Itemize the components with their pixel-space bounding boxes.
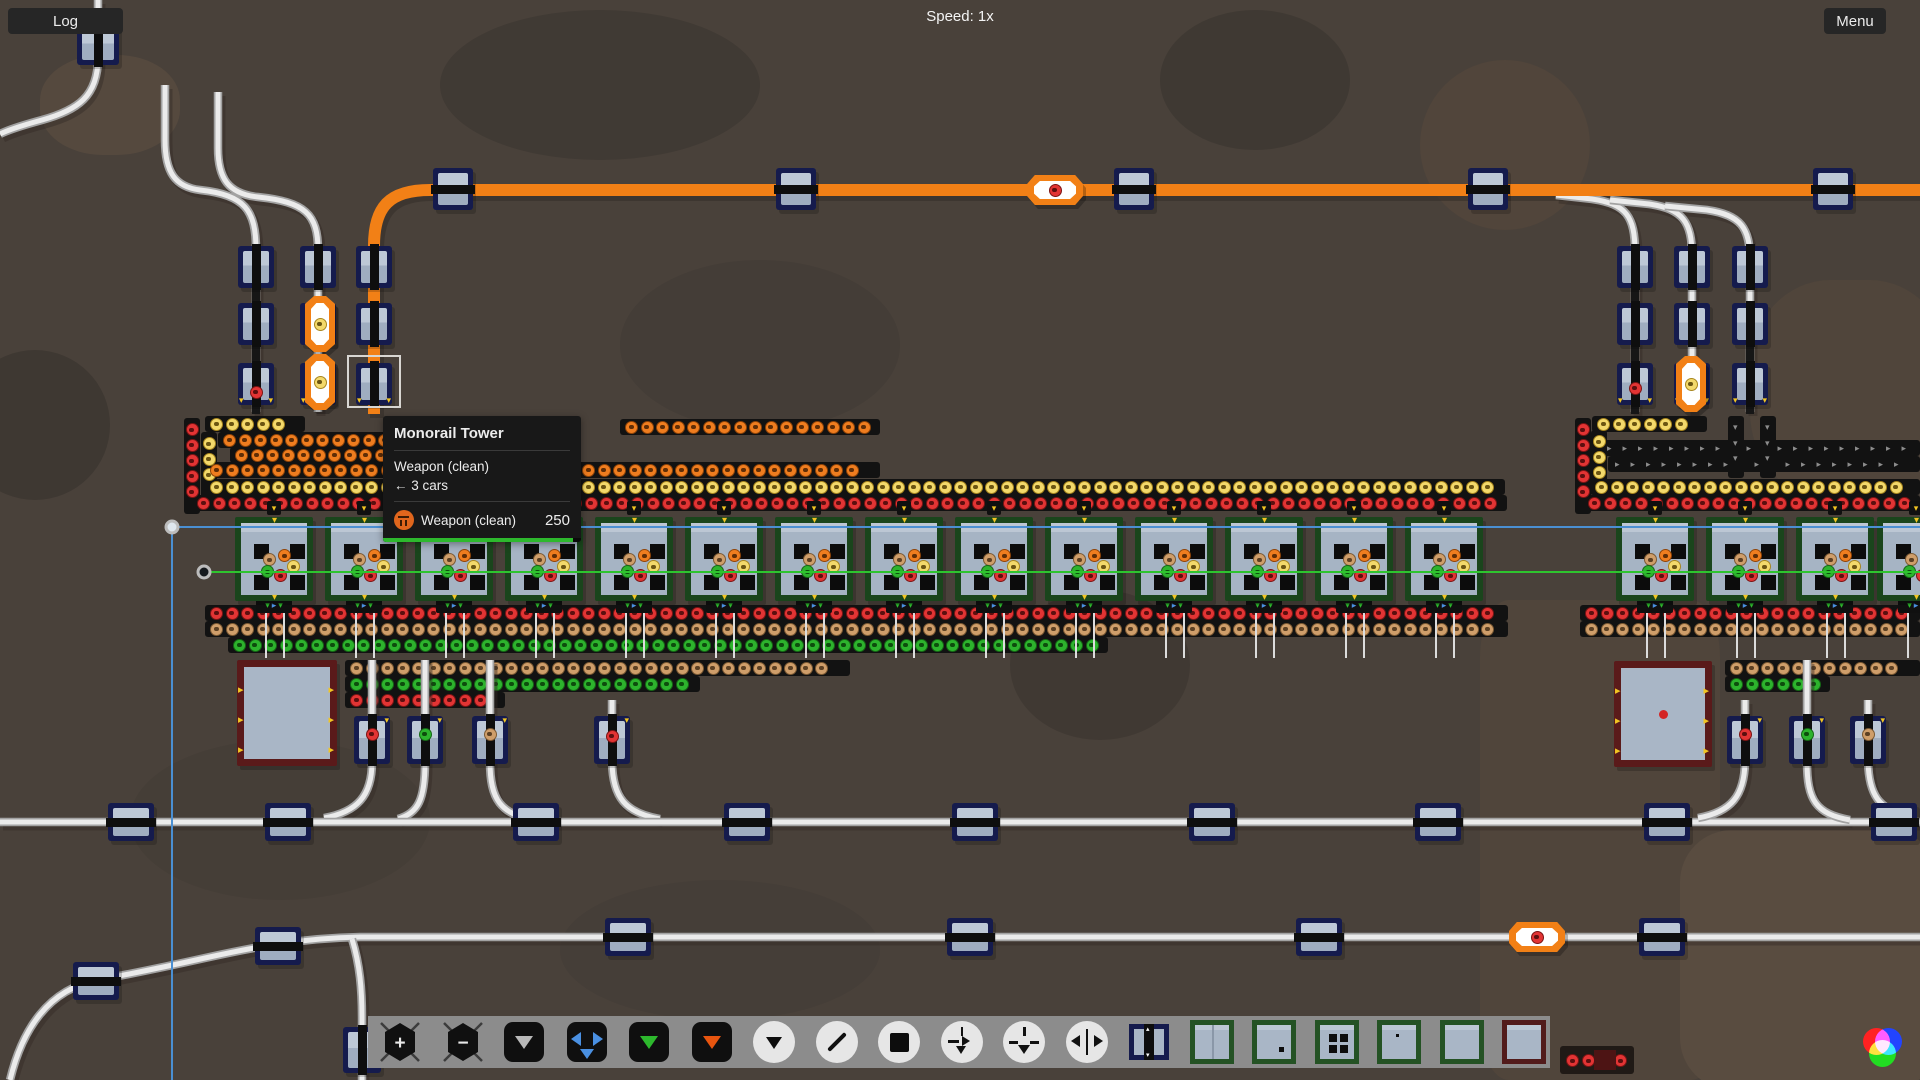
tool-route-down[interactable]	[1002, 1021, 1046, 1063]
tool-building-splitter[interactable]	[1190, 1021, 1234, 1063]
divider	[1212, 1025, 1214, 1059]
building-tool-icon	[1502, 1020, 1546, 1064]
tooltip: Monorail Tower Weapon (clean) ← 3 cars W…	[383, 416, 581, 542]
building-tool-icon	[1252, 1020, 1296, 1064]
grid-square	[1329, 1045, 1337, 1053]
grid-square	[1340, 1034, 1348, 1042]
tool-building-depot[interactable]	[1502, 1021, 1546, 1063]
vertical-bar	[1086, 1029, 1089, 1055]
tool-signal-stop[interactable]	[877, 1021, 921, 1063]
speed-indicator: Speed: 1x	[0, 8, 1920, 25]
dash	[1009, 1041, 1018, 1044]
right-arrow-icon	[1094, 1035, 1103, 1047]
tool-building-factory[interactable]	[1315, 1021, 1359, 1063]
building-tool-icon	[1440, 1020, 1484, 1064]
down-arrow-icon	[1018, 1045, 1030, 1054]
dash	[948, 1040, 959, 1043]
left-arrow-icon	[1071, 1035, 1080, 1047]
tool-signal-slash[interactable]	[815, 1021, 859, 1063]
tool-drop-green[interactable]	[627, 1021, 671, 1063]
grid-square	[1340, 1045, 1348, 1053]
tool-circle	[1003, 1021, 1045, 1063]
tool-building-storage[interactable]	[1440, 1021, 1484, 1063]
tool-zoom-out[interactable]: −	[440, 1021, 484, 1063]
tooltip-title: Monorail Tower	[394, 425, 570, 442]
down-triangle-icon	[640, 1036, 658, 1049]
dash	[961, 1027, 964, 1036]
dot	[1396, 1034, 1399, 1037]
tool-square	[567, 1022, 607, 1062]
blue-route-handle[interactable]	[166, 521, 178, 533]
weapon-resource-icon	[394, 510, 414, 530]
tool-square	[504, 1022, 544, 1062]
tool-drop-orange[interactable]	[690, 1021, 734, 1063]
green-route-handle[interactable]	[198, 566, 210, 578]
down-triangle-icon	[766, 1037, 782, 1049]
red-item	[1566, 1054, 1579, 1067]
building-tool-icon	[1190, 1020, 1234, 1064]
tool-route-left-right[interactable]	[1065, 1021, 1109, 1063]
dot	[1279, 1047, 1284, 1052]
tool-route-split-blue[interactable]	[565, 1021, 609, 1063]
tool-drop-gray[interactable]	[502, 1021, 546, 1063]
route-line-blue[interactable]	[172, 527, 1920, 1080]
tooltip-progress-bar	[383, 538, 581, 542]
station-tool-icon: ▴▾	[1129, 1024, 1169, 1060]
tooltip-resource-label: Weapon (clean)	[421, 513, 516, 528]
route-line-layer	[0, 0, 1920, 1080]
green-circle	[1869, 1040, 1896, 1067]
svg-text:−: −	[457, 1033, 468, 1054]
tool-building-input[interactable]	[1377, 1021, 1421, 1063]
selection-box	[347, 355, 401, 408]
tool-circle	[753, 1021, 795, 1063]
slash-icon	[827, 1032, 847, 1052]
tooltip-resource-amount: 250	[545, 512, 570, 529]
tool-signal-down[interactable]	[752, 1021, 796, 1063]
tooltip-weapon-line: Weapon (clean)	[394, 459, 570, 474]
stop-square-icon	[890, 1033, 909, 1052]
build-toolbar: + − ▴▾	[368, 1016, 1550, 1068]
game-viewport[interactable]: ▸▸▸▸▸▸▸▸▸▸▸▸▸▸▸▸▸▸▸▸▸▸▸▸▸▸▸▸▸▸▸▸▸▸▸▸▸▸▸▾…	[0, 0, 1920, 1080]
tool-circle	[878, 1021, 920, 1063]
right-arrow-icon	[962, 1036, 970, 1046]
rgb-overlap-icon[interactable]	[1852, 1026, 1908, 1072]
grid-square	[1329, 1034, 1337, 1042]
tool-circle	[941, 1021, 983, 1063]
down-arrow-icon	[956, 1046, 966, 1054]
svg-text:+: +	[394, 1033, 405, 1054]
tooltip-cars-line: ← 3 cars	[394, 478, 570, 493]
tool-station[interactable]: ▴▾	[1127, 1021, 1171, 1063]
down-triangle-icon	[580, 1049, 594, 1059]
dash	[1030, 1041, 1039, 1044]
menu-button-label: Menu	[1836, 13, 1874, 30]
tool-route-right-down[interactable]	[940, 1021, 984, 1063]
left-triangle-icon	[571, 1032, 581, 1046]
dash	[1023, 1027, 1026, 1036]
right-triangle-icon	[593, 1032, 603, 1046]
edge-building	[1594, 1050, 1616, 1070]
down-triangle-icon	[703, 1036, 721, 1049]
tooltip-divider	[394, 450, 570, 451]
tool-zoom-in[interactable]: +	[377, 1021, 421, 1063]
down-triangle-icon	[515, 1036, 533, 1049]
menu-button[interactable]: Menu	[1824, 8, 1886, 34]
tool-square	[692, 1022, 732, 1062]
tooltip-divider-2	[394, 501, 570, 502]
tool-circle	[816, 1021, 858, 1063]
tool-circle	[1066, 1021, 1108, 1063]
tool-building-output[interactable]	[1252, 1021, 1296, 1063]
building-tool-icon	[1377, 1020, 1421, 1064]
tool-square	[629, 1022, 669, 1062]
building-tool-icon	[1315, 1020, 1359, 1064]
